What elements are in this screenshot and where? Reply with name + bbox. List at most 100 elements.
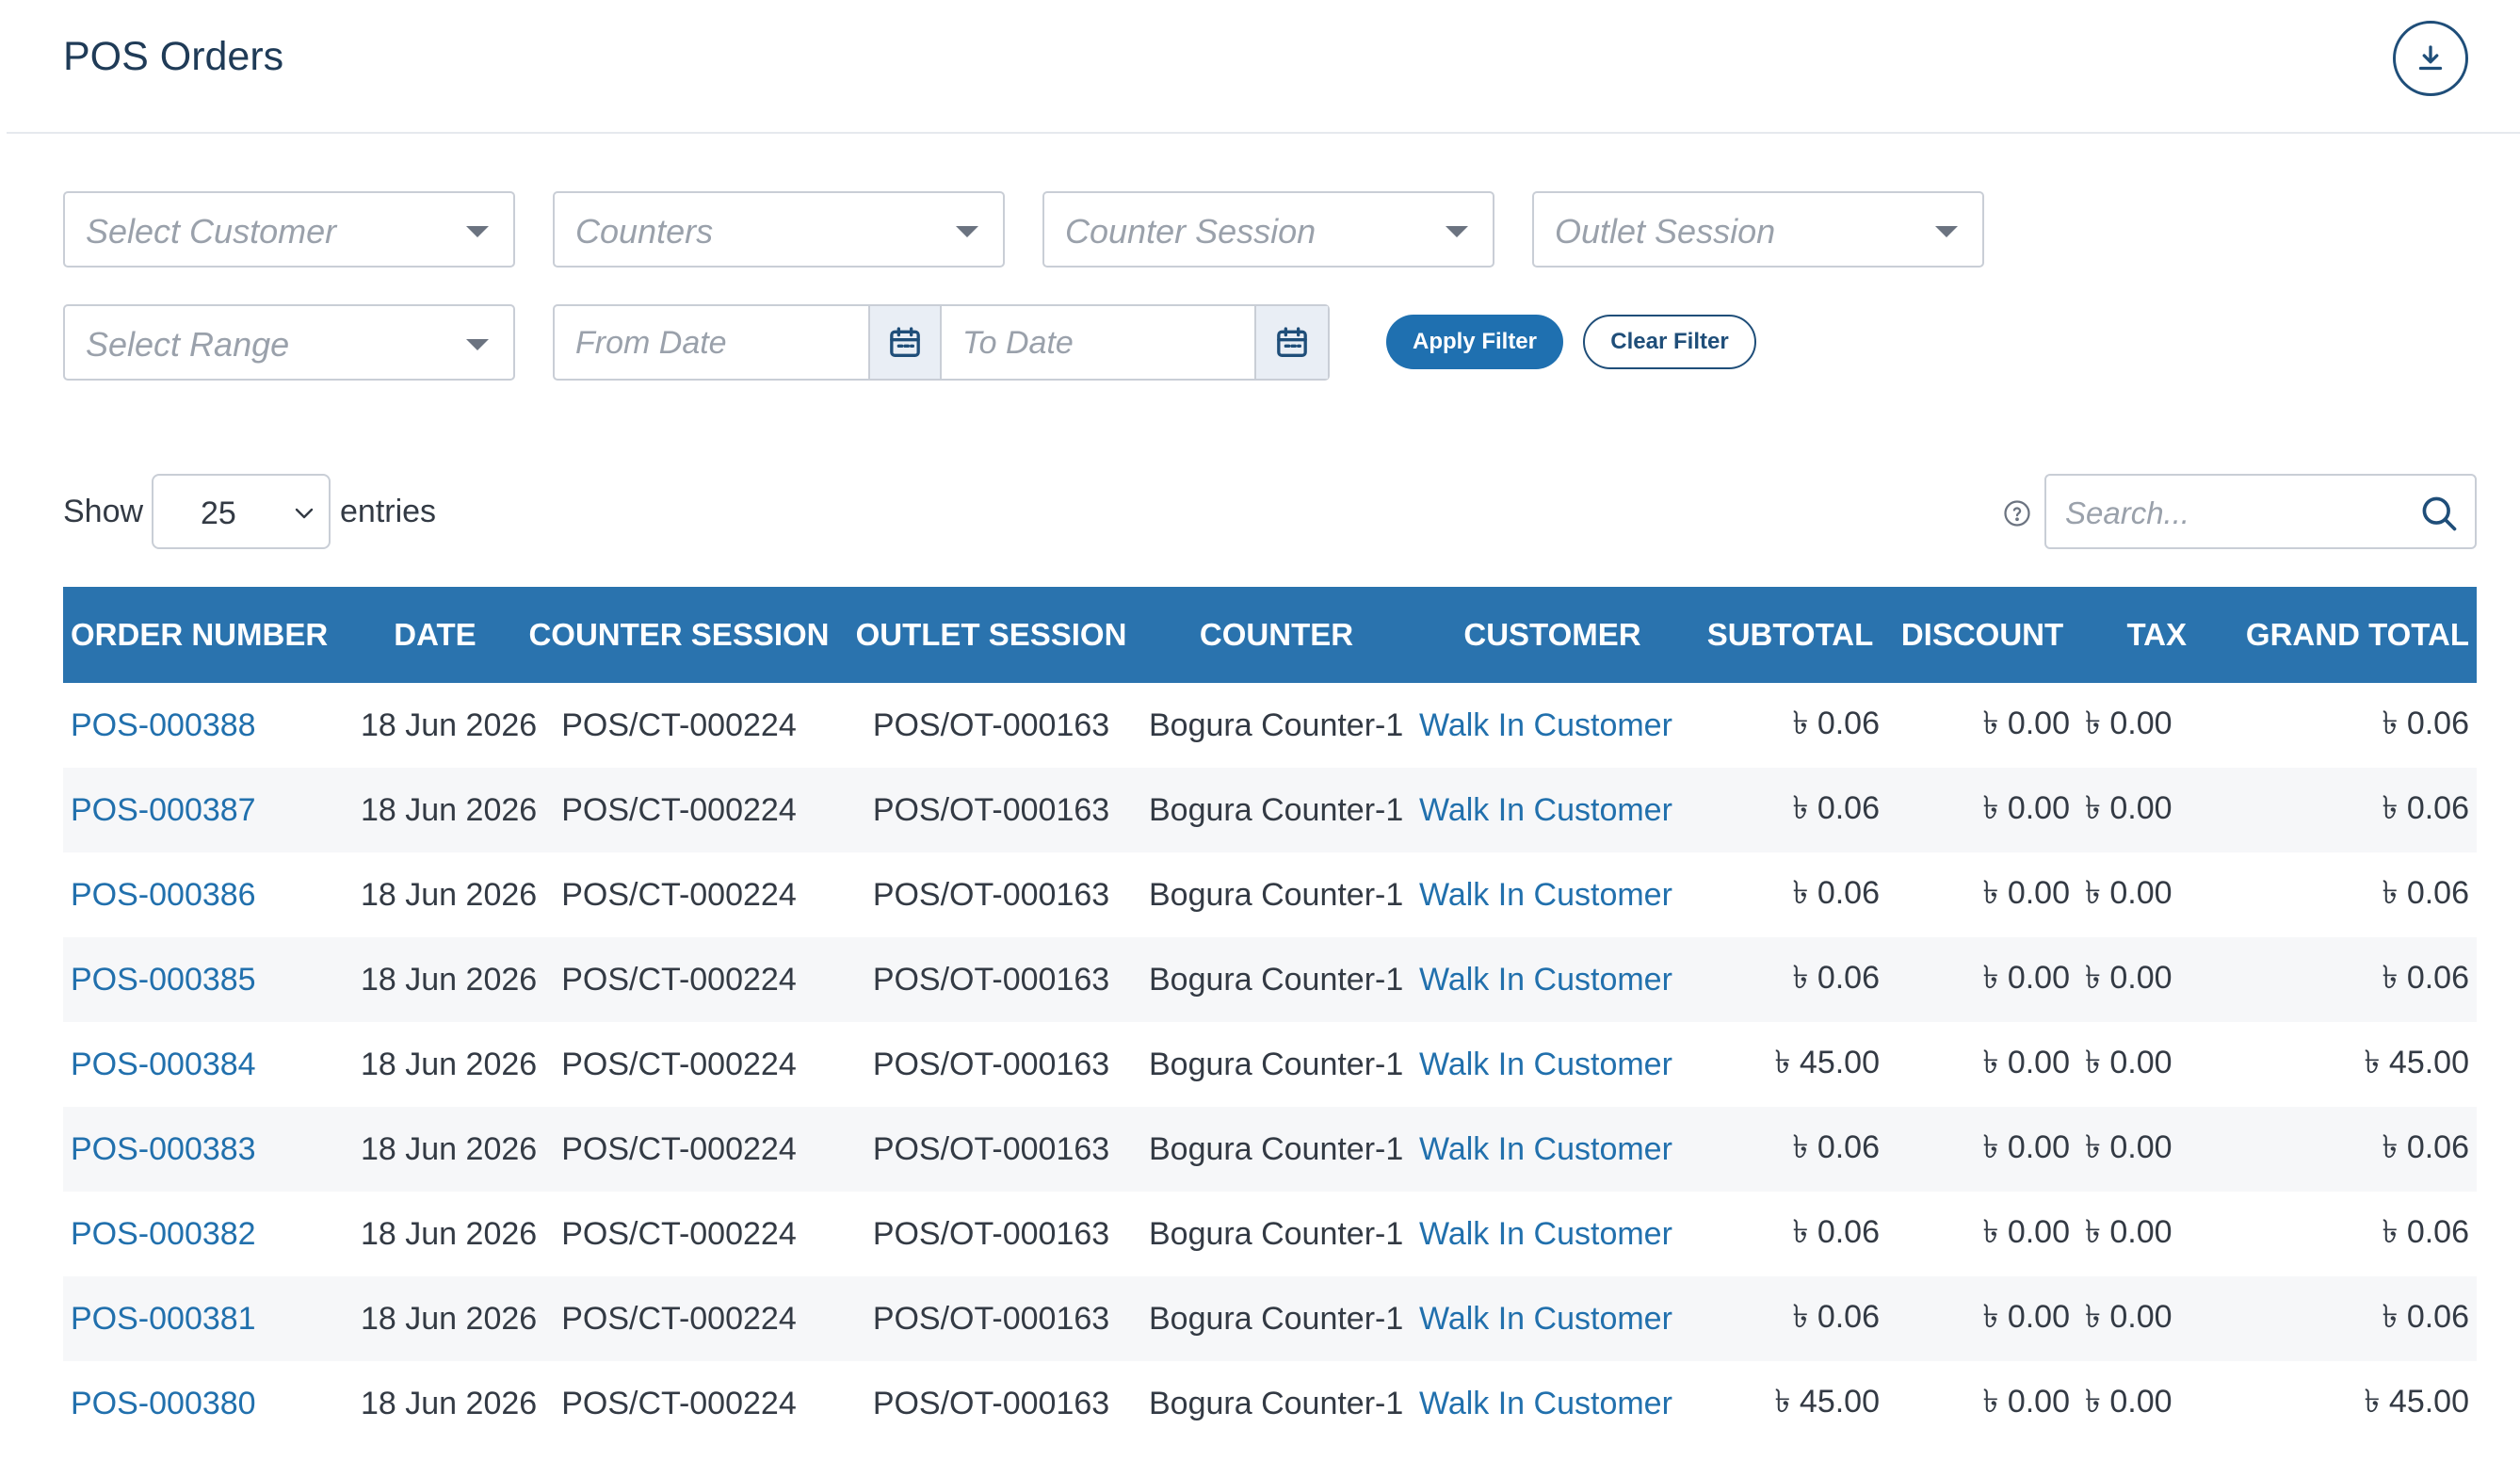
cell-counter: Bogura Counter-1 <box>1149 1300 1404 1337</box>
table-row: POS-000388 18 Jun 2026 POS/CT-000224 POS/OT… <box>63 683 2477 768</box>
customer-select-placeholder: Select Customer <box>86 212 337 251</box>
customer-link[interactable]: Walk In Customer <box>1412 1107 1693 1192</box>
customer-link[interactable]: Walk In Customer <box>1412 937 1693 1022</box>
cell-counter: Bogura Counter-1 <box>1149 1046 1404 1082</box>
cell-discount: ৳ 0.00 <box>1982 789 2070 826</box>
column-header-subtotal[interactable]: SUBTOTAL <box>1693 587 1887 683</box>
column-header-customer[interactable]: CUSTOMER <box>1412 587 1693 683</box>
cell-subtotal: ৳ 0.06 <box>1792 1298 1880 1335</box>
table-row: POS-000387 18 Jun 2026 POS/CT-000224 POS/OT… <box>63 768 2477 852</box>
column-header-counter[interactable]: COUNTER <box>1141 587 1412 683</box>
caret-down-icon <box>466 339 489 350</box>
customer-link[interactable]: Walk In Customer <box>1412 683 1693 768</box>
cell-outlet-session: POS/OT-000163 <box>872 876 1110 913</box>
counter-session-select[interactable]: Counter Session <box>1042 191 1494 268</box>
range-select[interactable]: Select Range <box>63 304 515 381</box>
cell-outlet-session: POS/OT-000163 <box>872 706 1110 743</box>
clear-filter-button[interactable]: Clear Filter <box>1583 315 1756 369</box>
customer-link[interactable]: Walk In Customer <box>1412 1361 1693 1446</box>
cell-tax: ৳ 0.00 <box>2085 959 2173 996</box>
cell-grand-total: ৳ 0.06 <box>2382 959 2469 996</box>
cell-date: 18 Jun 2026 <box>361 1046 538 1082</box>
page-header: POS Orders <box>7 0 2520 134</box>
search-input[interactable]: Search... <box>2044 474 2477 549</box>
cell-discount: ৳ 0.00 <box>1982 705 2070 741</box>
from-date-placeholder: From Date <box>575 325 727 361</box>
cell-grand-total: ৳ 0.06 <box>2382 874 2469 911</box>
customer-link[interactable]: Walk In Customer <box>1412 1276 1693 1361</box>
entries-label: entries <box>340 494 437 529</box>
calendar-icon <box>1277 326 1307 357</box>
table-row: POS-000383 18 Jun 2026 POS/CT-000224 POS/OT… <box>63 1107 2477 1192</box>
outlet-session-select[interactable]: Outlet Session <box>1532 191 1984 268</box>
cell-outlet-session: POS/OT-000163 <box>872 1300 1110 1337</box>
cell-date: 18 Jun 2026 <box>361 706 538 743</box>
download-icon <box>2418 45 2443 71</box>
cell-outlet-session: POS/OT-000163 <box>872 961 1110 998</box>
order-number-link[interactable]: POS-000385 <box>63 937 353 1022</box>
calendar-icon <box>890 326 920 357</box>
to-date-input[interactable]: To Date <box>942 306 1254 379</box>
cell-subtotal: ৳ 0.06 <box>1792 874 1880 911</box>
cell-date: 18 Jun 2026 <box>361 1215 538 1252</box>
column-header-counter-session[interactable]: COUNTER SESSION <box>517 587 841 683</box>
cell-subtotal: ৳ 45.00 <box>1774 1383 1880 1420</box>
cell-discount: ৳ 0.00 <box>1982 874 2070 911</box>
cell-discount: ৳ 0.00 <box>1982 959 2070 996</box>
to-date-calendar-button[interactable] <box>1254 306 1328 379</box>
cell-date: 18 Jun 2026 <box>361 791 538 828</box>
cell-date: 18 Jun 2026 <box>361 961 538 998</box>
entries-per-page-select[interactable]: 25 <box>152 474 331 549</box>
table-row: POS-000382 18 Jun 2026 POS/CT-000224 POS/OT… <box>63 1192 2477 1276</box>
entries-value: 25 <box>201 495 236 531</box>
order-number-link[interactable]: POS-000380 <box>63 1361 353 1446</box>
order-number-link[interactable]: POS-000383 <box>63 1107 353 1192</box>
cell-counter: Bogura Counter-1 <box>1149 706 1404 743</box>
cell-counter-session: POS/CT-000224 <box>561 706 797 743</box>
chevron-down-icon <box>295 508 314 519</box>
customer-link[interactable]: Walk In Customer <box>1412 768 1693 852</box>
cell-tax: ৳ 0.00 <box>2085 1298 2173 1335</box>
order-number-link[interactable]: POS-000382 <box>63 1192 353 1276</box>
download-button[interactable] <box>2393 21 2468 96</box>
order-number-link[interactable]: POS-000384 <box>63 1022 353 1107</box>
table-row: POS-000380 18 Jun 2026 POS/CT-000224 POS/OT… <box>63 1361 2477 1446</box>
cell-counter-session: POS/CT-000224 <box>561 1130 797 1167</box>
cell-counter-session: POS/CT-000224 <box>561 876 797 913</box>
page-title: POS Orders <box>63 34 284 79</box>
column-header-grand-total[interactable]: GRAND TOTAL <box>2194 587 2477 683</box>
customer-select[interactable]: Select Customer <box>63 191 515 268</box>
from-date-input[interactable]: From Date <box>555 306 868 379</box>
column-header-tax[interactable]: TAX <box>2077 587 2194 683</box>
caret-down-icon <box>1935 226 1958 237</box>
to-date-placeholder: To Date <box>962 325 1074 361</box>
caret-down-icon <box>466 226 489 237</box>
cell-subtotal: ৳ 0.06 <box>1792 789 1880 826</box>
table-row: POS-000381 18 Jun 2026 POS/CT-000224 POS/OT… <box>63 1276 2477 1361</box>
cell-tax: ৳ 0.00 <box>2085 1044 2173 1080</box>
cell-grand-total: ৳ 0.06 <box>2382 1128 2469 1165</box>
order-number-link[interactable]: POS-000381 <box>63 1276 353 1361</box>
order-number-link[interactable]: POS-000386 <box>63 852 353 937</box>
customer-link[interactable]: Walk In Customer <box>1412 1022 1693 1107</box>
order-number-link[interactable]: POS-000388 <box>63 683 353 768</box>
customer-link[interactable]: Walk In Customer <box>1412 852 1693 937</box>
outlet-session-placeholder: Outlet Session <box>1555 212 1776 251</box>
column-header-outlet-session[interactable]: OUTLET SESSION <box>841 587 1141 683</box>
help-icon[interactable] <box>2003 499 2031 528</box>
order-number-link[interactable]: POS-000387 <box>63 768 353 852</box>
cell-counter: Bogura Counter-1 <box>1149 1215 1404 1252</box>
column-header-discount[interactable]: DISCOUNT <box>1887 587 2077 683</box>
cell-discount: ৳ 0.00 <box>1982 1213 2070 1250</box>
customer-link[interactable]: Walk In Customer <box>1412 1192 1693 1276</box>
column-header-date[interactable]: DATE <box>353 587 517 683</box>
column-header-order-number[interactable]: ORDER NUMBER <box>63 587 353 683</box>
cell-subtotal: ৳ 45.00 <box>1774 1044 1880 1080</box>
cell-subtotal: ৳ 0.06 <box>1792 959 1880 996</box>
counters-select[interactable]: Counters <box>553 191 1005 268</box>
apply-filter-button[interactable]: Apply Filter <box>1386 315 1563 369</box>
from-date-calendar-button[interactable] <box>868 306 942 379</box>
cell-tax: ৳ 0.00 <box>2085 1213 2173 1250</box>
search-icon[interactable] <box>2418 493 2460 534</box>
cell-discount: ৳ 0.00 <box>1982 1044 2070 1080</box>
